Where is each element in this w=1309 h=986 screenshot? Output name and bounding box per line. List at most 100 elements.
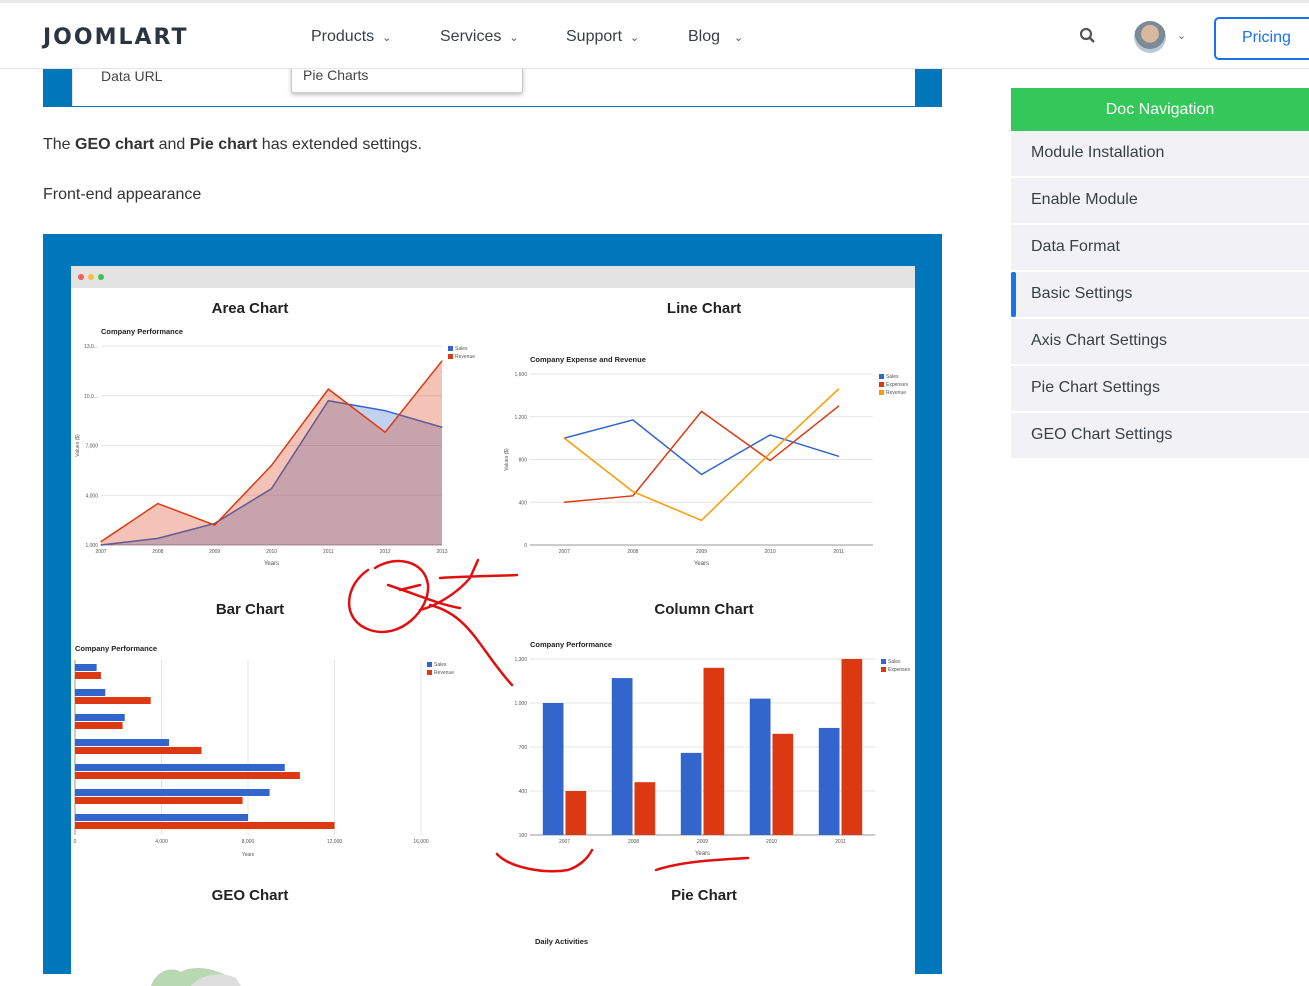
sidebar-item-data-format[interactable]: Data Format bbox=[1011, 225, 1309, 272]
pricing-button[interactable]: Pricing bbox=[1214, 17, 1309, 60]
y-tick-label: 0 bbox=[524, 543, 527, 549]
nav-support[interactable]: Support ⌄ bbox=[566, 28, 639, 46]
x-tick-label: 2011 bbox=[835, 839, 846, 845]
legend-swatch bbox=[448, 354, 453, 359]
x-axis-label: Years bbox=[242, 852, 255, 858]
column-bar bbox=[772, 733, 794, 835]
site-header: JOOMLART Products ⌄ Services ⌄ Support ⌄ Bl… bbox=[0, 0, 1309, 69]
data-point bbox=[384, 431, 386, 433]
chevron-down-icon: ⌄ bbox=[509, 32, 519, 44]
y-tick-label: 1,600 bbox=[514, 372, 527, 378]
y-tick-label: 1,300 bbox=[514, 657, 527, 663]
x-tick-label: 12,000 bbox=[327, 839, 343, 845]
x-tick-label: 2011 bbox=[323, 549, 334, 555]
data-point bbox=[100, 541, 102, 543]
legend-swatch bbox=[879, 390, 884, 395]
horizontal-bar bbox=[75, 789, 270, 796]
joomlart-logo[interactable]: JOOMLART bbox=[43, 25, 189, 50]
charts-canvas: Area Chart Line Chart Bar Chart Column Char… bbox=[74, 300, 910, 986]
x-tick-label: 2009 bbox=[697, 839, 708, 845]
nav-products[interactable]: Products ⌄ bbox=[311, 28, 391, 46]
chevron-down-icon: ⌄ bbox=[382, 32, 392, 44]
browser-window-mock: Area Chart Line Chart Bar Chart Column Char… bbox=[71, 266, 915, 986]
chart-title: Company Expense and Revenue bbox=[530, 355, 646, 364]
x-tick-label: 2007 bbox=[559, 839, 570, 845]
x-tick-label: 2011 bbox=[833, 549, 844, 555]
user-avatar[interactable] bbox=[1134, 21, 1166, 53]
x-tick-label: 2009 bbox=[209, 549, 220, 555]
column-bar bbox=[818, 727, 840, 835]
x-axis-label: Years bbox=[264, 561, 279, 567]
horizontal-bar bbox=[75, 664, 97, 671]
legend-label: Revenue bbox=[886, 390, 906, 396]
panel-title: Column Chart bbox=[654, 601, 753, 618]
column-bar bbox=[565, 791, 587, 835]
data-point bbox=[563, 501, 565, 503]
y-tick-label: 1,200 bbox=[514, 415, 527, 421]
panel-title: Line Chart bbox=[667, 300, 741, 317]
data-point bbox=[632, 419, 634, 421]
data-point bbox=[441, 360, 443, 362]
data-point bbox=[632, 490, 634, 493]
legend-swatch bbox=[448, 346, 453, 351]
x-tick-label: 2012 bbox=[380, 549, 391, 555]
data-point bbox=[384, 410, 386, 412]
data-point bbox=[700, 519, 703, 522]
data-point bbox=[632, 495, 634, 497]
legend-label: Expenses bbox=[888, 667, 910, 673]
panel-title: GEO Chart bbox=[212, 887, 289, 904]
x-tick-label: 2010 bbox=[766, 839, 777, 845]
data-point bbox=[270, 464, 273, 466]
y-tick-label: 100 bbox=[519, 833, 528, 839]
panel-title: Pie Chart bbox=[671, 887, 737, 904]
y-axis-label: Values ($) bbox=[504, 448, 510, 471]
column-bar bbox=[841, 659, 863, 835]
column-bar bbox=[703, 667, 725, 835]
legend-label: Sales bbox=[455, 346, 468, 352]
data-point bbox=[563, 437, 565, 439]
y-tick-label: 400 bbox=[519, 789, 528, 795]
column-bar bbox=[680, 752, 702, 835]
sidebar-item-geo-chart-settings[interactable]: GEO Chart Settings bbox=[1011, 413, 1309, 460]
sidebar-item-pie-chart-settings[interactable]: Pie Chart Settings bbox=[1011, 366, 1309, 413]
legend-swatch bbox=[427, 670, 432, 675]
data-point bbox=[838, 405, 840, 407]
nav-services[interactable]: Services ⌄ bbox=[440, 28, 519, 46]
nav-label: Support bbox=[566, 28, 623, 45]
x-tick-label: 4,000 bbox=[155, 839, 168, 845]
nav-blog[interactable]: Blog ⌄ bbox=[688, 28, 743, 46]
chevron-down-icon: ⌄ bbox=[630, 32, 640, 44]
legend-label: Revenue bbox=[434, 670, 454, 676]
chevron-down-icon[interactable]: ⌄ bbox=[1177, 29, 1186, 42]
x-tick-label: 2008 bbox=[627, 549, 638, 555]
x-tick-label: 2008 bbox=[152, 549, 163, 555]
sidebar-item-module-installation[interactable]: Module Installation bbox=[1011, 131, 1309, 178]
search-icon[interactable] bbox=[1079, 27, 1096, 49]
data-url-label: Data URL bbox=[101, 68, 163, 84]
horizontal-bar bbox=[75, 822, 335, 829]
nav-label: Services bbox=[440, 28, 502, 45]
x-axis-label: Years bbox=[694, 561, 709, 567]
horizontal-bar bbox=[75, 764, 285, 771]
horizontal-bar bbox=[75, 739, 170, 746]
legend-swatch bbox=[879, 382, 884, 387]
horizontal-bar bbox=[75, 722, 123, 729]
sidebar-item-enable-module[interactable]: Enable Module bbox=[1011, 178, 1309, 225]
sidebar-item-axis-chart-settings[interactable]: Axis Chart Settings bbox=[1011, 319, 1309, 366]
horizontal-bar bbox=[75, 689, 106, 696]
data-point bbox=[769, 452, 771, 454]
y-tick-label: 800 bbox=[519, 458, 528, 464]
y-tick-label: 7,000 bbox=[85, 444, 98, 450]
data-point bbox=[838, 455, 840, 457]
data-point bbox=[700, 473, 703, 476]
sidebar-item-basic-settings[interactable]: Basic Settings bbox=[1011, 272, 1309, 319]
y-tick-label: 1,000 bbox=[514, 701, 527, 707]
x-tick-label: 2010 bbox=[765, 549, 776, 555]
legend-label: Sales bbox=[886, 374, 899, 380]
data-point bbox=[327, 388, 329, 390]
series-line bbox=[563, 388, 840, 522]
y-tick-label: 13,0... bbox=[84, 344, 98, 350]
legend-swatch bbox=[427, 662, 432, 667]
column-bar bbox=[749, 698, 771, 835]
legend-swatch bbox=[881, 659, 886, 664]
